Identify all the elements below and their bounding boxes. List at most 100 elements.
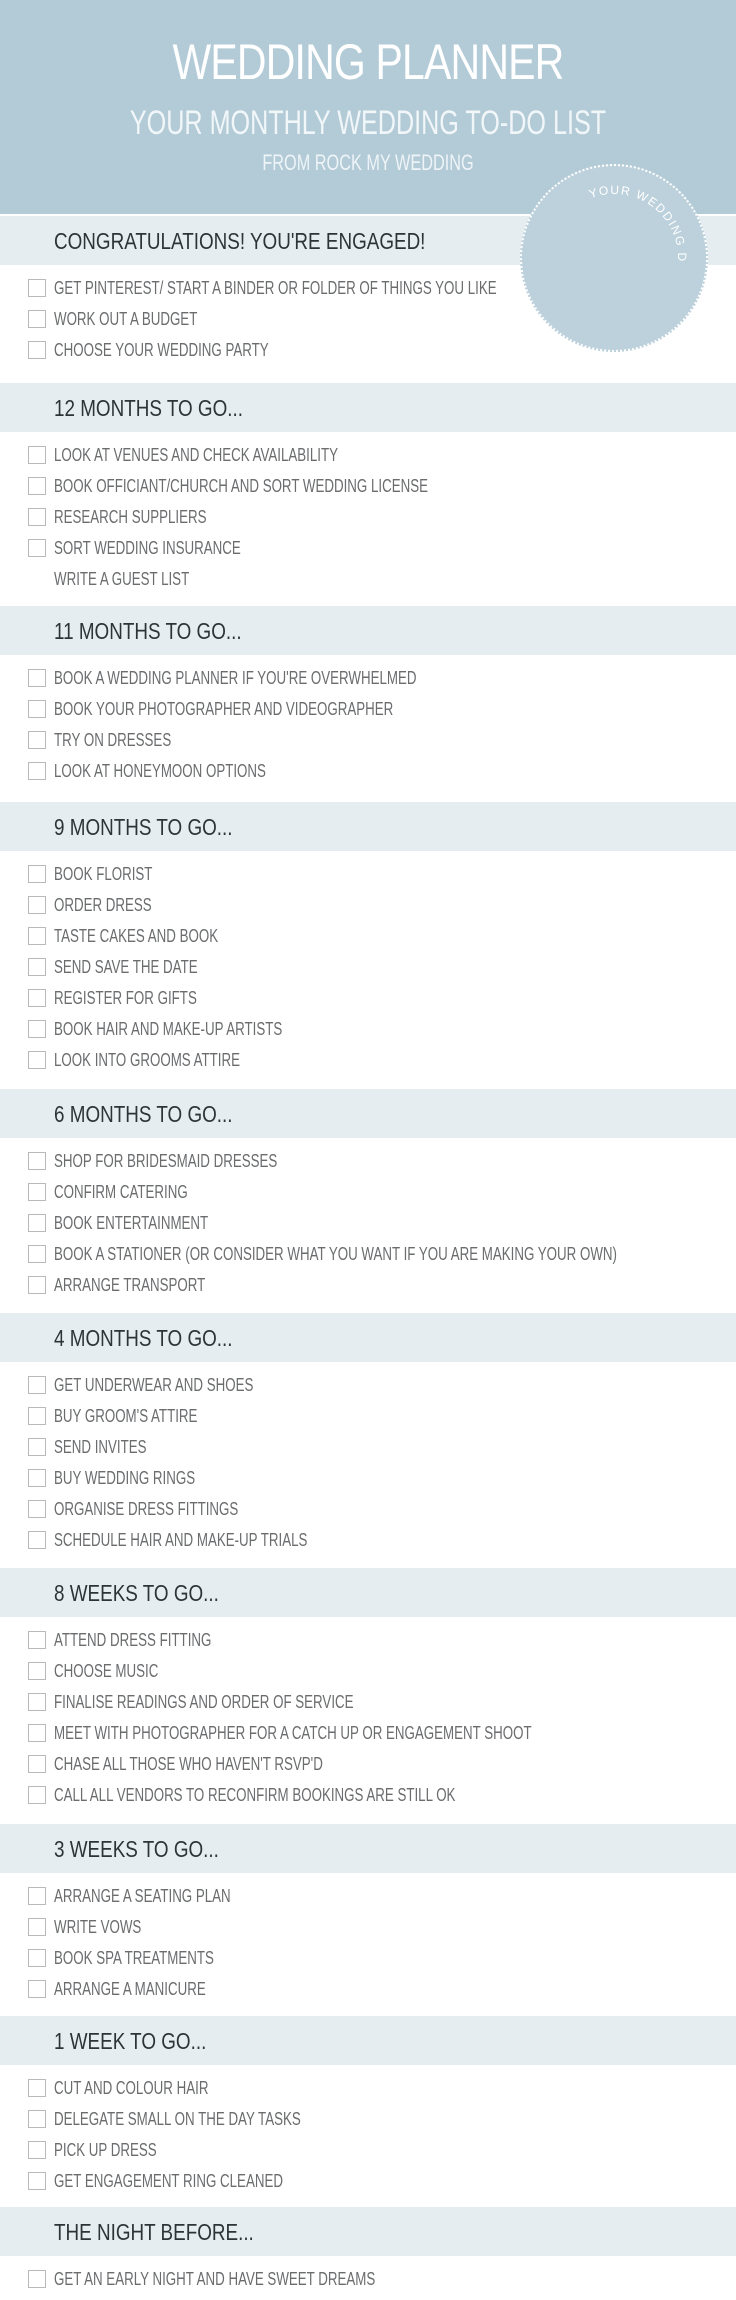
task-checkbox[interactable]	[28, 2079, 46, 2097]
task-label: TASTE CAKES AND BOOK	[54, 926, 219, 946]
wedding-date-label-arc: YOUR WEDDING DATE	[515, 153, 687, 263]
task-checkbox[interactable]	[28, 1407, 46, 1425]
page-title: WEDDING PLANNER	[172, 34, 565, 90]
task-checkbox[interactable]	[28, 2270, 46, 2288]
task-label: BOOK A WEDDING PLANNER IF YOU'RE OVERWHE…	[54, 668, 417, 688]
checklist-item: SHOP FOR BRIDESMAID DRESSES	[0, 1146, 736, 1177]
task-checkbox[interactable]	[28, 1469, 46, 1487]
section-header: THE NIGHT BEFORE...	[0, 2207, 736, 2256]
checklist-item: BOOK FLORIST	[0, 859, 736, 890]
task-label: MEET WITH PHOTOGRAPHER FOR A CATCH UP OR…	[54, 1723, 532, 1743]
task-checkbox[interactable]	[28, 896, 46, 914]
task-label: SEND SAVE THE DATE	[54, 957, 198, 977]
checklist-item: ARRANGE TRANSPORT	[0, 1270, 736, 1301]
task-checkbox[interactable]	[28, 731, 46, 749]
task-checkbox[interactable]	[28, 700, 46, 718]
task-label: PICK UP DRESS	[54, 2140, 157, 2160]
task-label: BUY GROOM'S ATTIRE	[54, 1406, 198, 1426]
task-checkbox[interactable]	[28, 1152, 46, 1170]
section-title: 12 MONTHS TO GO...	[54, 395, 243, 421]
task-checkbox[interactable]	[28, 1438, 46, 1456]
task-label: DELEGATE SMALL ON THE DAY TASKS	[54, 2109, 301, 2129]
task-checkbox[interactable]	[28, 341, 46, 359]
checklist-item: LOOK AT HONEYMOON OPTIONS	[0, 756, 736, 787]
page-subtitle: YOUR MONTHLY WEDDING TO-DO LIST	[129, 104, 607, 142]
task-checkbox[interactable]	[28, 1276, 46, 1294]
task-label: ATTEND DRESS FITTING	[54, 1630, 212, 1650]
task-label: REGISTER FOR GIFTS	[54, 988, 197, 1008]
section-title: 3 WEEKS TO GO...	[54, 1836, 219, 1862]
task-checkbox[interactable]	[28, 539, 46, 557]
section-items: GET AN EARLY NIGHT AND HAVE SWEET DREAMS	[0, 2264, 736, 2295]
wedding-date-badge[interactable]: YOUR WEDDING DATE	[515, 153, 708, 352]
task-checkbox[interactable]	[28, 865, 46, 883]
task-checkbox[interactable]	[28, 310, 46, 328]
checklist-item: BOOK HAIR AND MAKE-UP ARTISTS	[0, 1014, 736, 1045]
checklist-item: RESEARCH SUPPLIERS	[0, 502, 736, 533]
task-checkbox[interactable]	[28, 1949, 46, 1967]
task-checkbox[interactable]	[28, 1724, 46, 1742]
checklist-item: BOOK ENTERTAINMENT	[0, 1208, 736, 1239]
task-checkbox[interactable]	[28, 762, 46, 780]
checklist-item: ARRANGE A MANICURE	[0, 1974, 736, 2005]
task-checkbox[interactable]	[28, 2110, 46, 2128]
task-checkbox[interactable]	[28, 2172, 46, 2190]
checklist-item: GET AN EARLY NIGHT AND HAVE SWEET DREAMS	[0, 2264, 736, 2295]
task-checkbox[interactable]	[28, 1051, 46, 1069]
task-label: CONFIRM CATERING	[54, 1182, 188, 1202]
task-checkbox[interactable]	[28, 508, 46, 526]
section-items: BOOK A WEDDING PLANNER IF YOU'RE OVERWHE…	[0, 663, 736, 787]
task-checkbox[interactable]	[28, 669, 46, 687]
checklist-item: SCHEDULE HAIR AND MAKE-UP TRIALS	[0, 1525, 736, 1556]
task-checkbox[interactable]	[28, 1183, 46, 1201]
task-checkbox[interactable]	[28, 446, 46, 464]
task-checkbox[interactable]	[28, 477, 46, 495]
task-checkbox[interactable]	[28, 927, 46, 945]
task-checkbox[interactable]	[28, 1755, 46, 1773]
task-checkbox[interactable]	[28, 2141, 46, 2159]
section-title: 6 MONTHS TO GO...	[54, 1101, 233, 1127]
task-checkbox[interactable]	[28, 1214, 46, 1232]
section-header: 9 MONTHS TO GO...	[0, 802, 736, 851]
section-items: SHOP FOR BRIDESMAID DRESSES CONFIRM CATER…	[0, 1146, 736, 1301]
task-checkbox[interactable]	[28, 1631, 46, 1649]
task-label: WORK OUT A BUDGET	[54, 309, 198, 329]
task-checkbox[interactable]	[28, 1376, 46, 1394]
task-checkbox[interactable]	[28, 1531, 46, 1549]
task-checkbox[interactable]	[28, 1245, 46, 1263]
checklist-item: BOOK A STATIONER (OR CONSIDER WHAT YOU W…	[0, 1239, 736, 1270]
task-checkbox[interactable]	[28, 958, 46, 976]
svg-text:YOUR WEDDING DATE: YOUR WEDDING DATE	[515, 153, 689, 263]
checklist-item: DELEGATE SMALL ON THE DAY TASKS	[0, 2104, 736, 2135]
checklist-item: LOOK AT VENUES AND CHECK AVAILABILITY	[0, 440, 736, 471]
task-label: BOOK SPA TREATMENTS	[54, 1948, 214, 1968]
task-label: SHOP FOR BRIDESMAID DRESSES	[54, 1151, 278, 1171]
task-label: ARRANGE TRANSPORT	[54, 1275, 206, 1295]
task-checkbox[interactable]	[28, 989, 46, 1007]
task-checkbox[interactable]	[28, 1662, 46, 1680]
task-checkbox[interactable]	[28, 1693, 46, 1711]
checklist-item: WRITE A GUEST LIST	[0, 564, 736, 595]
section-items: ARRANGE A SEATING PLAN WRITE VOWS BOOK SPA…	[0, 1881, 736, 2005]
task-checkbox[interactable]	[28, 1980, 46, 1998]
task-checkbox[interactable]	[28, 279, 46, 297]
checklist-item: ATTEND DRESS FITTING	[0, 1625, 736, 1656]
task-label: ORGANISE DRESS FITTINGS	[54, 1499, 239, 1519]
task-label: CALL ALL VENDORS TO RECONFIRM BOOKINGS A…	[54, 1785, 456, 1805]
task-checkbox[interactable]	[28, 1918, 46, 1936]
checklist-item: LOOK INTO GROOMS ATTIRE	[0, 1045, 736, 1076]
checklist-item: SORT WEDDING INSURANCE	[0, 533, 736, 564]
task-checkbox[interactable]	[28, 1500, 46, 1518]
task-label: BOOK OFFICIANT/CHURCH AND SORT WEDDING L…	[54, 476, 428, 496]
task-label: FINALISE READINGS AND ORDER OF SERVICE	[54, 1692, 354, 1712]
section-title: 9 MONTHS TO GO...	[54, 814, 233, 840]
section-items: BOOK FLORIST ORDER DRESS TASTE CAKES AND B…	[0, 859, 736, 1076]
task-checkbox[interactable]	[28, 1786, 46, 1804]
task-label: BUY WEDDING RINGS	[54, 1468, 196, 1488]
checklist-item: FINALISE READINGS AND ORDER OF SERVICE	[0, 1687, 736, 1718]
task-label: SORT WEDDING INSURANCE	[54, 538, 241, 558]
checklist-item: BOOK SPA TREATMENTS	[0, 1943, 736, 1974]
task-checkbox[interactable]	[28, 1020, 46, 1038]
task-label: WRITE A GUEST LIST	[54, 569, 190, 589]
task-checkbox[interactable]	[28, 1887, 46, 1905]
